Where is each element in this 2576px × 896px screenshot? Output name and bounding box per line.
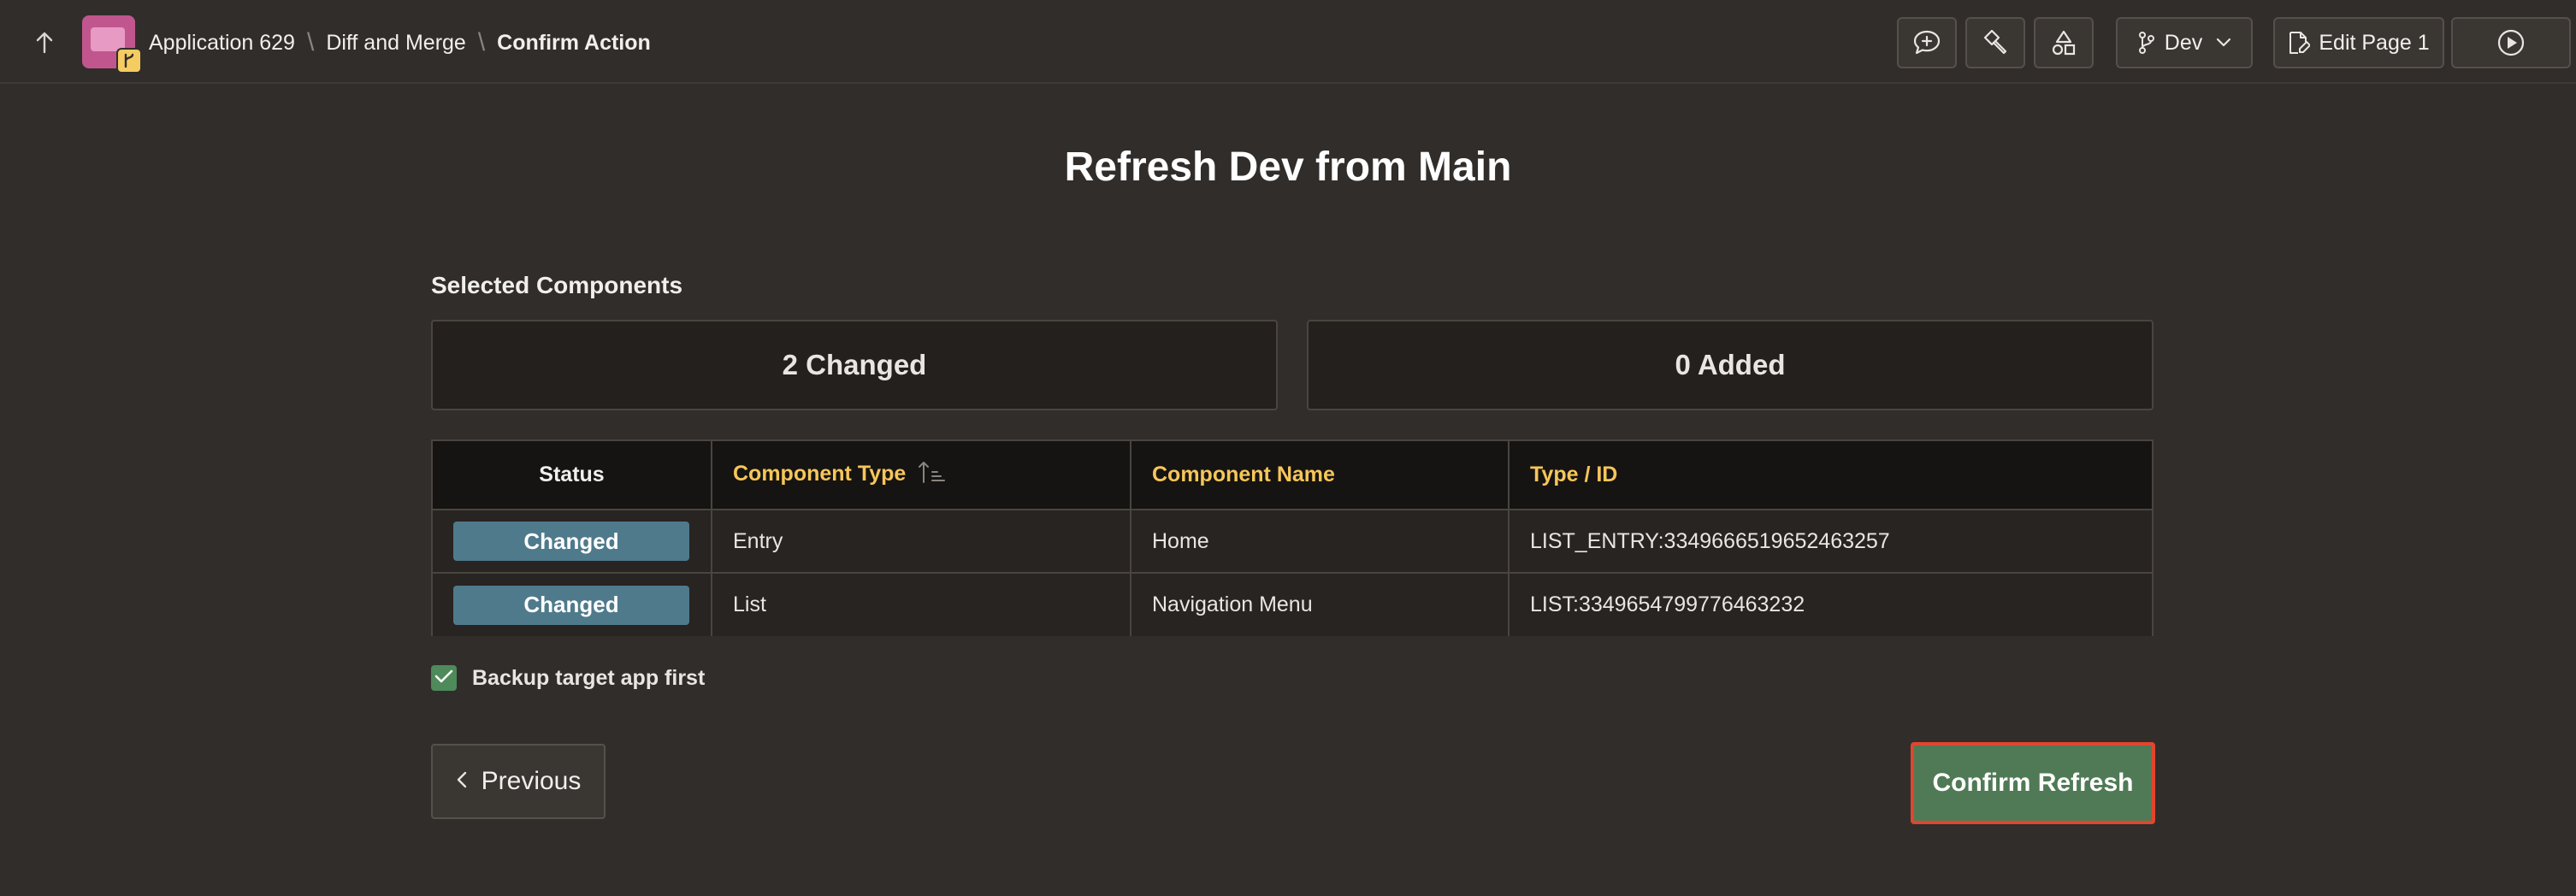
feedback-button[interactable]	[1897, 17, 1957, 68]
backup-checkbox[interactable]	[431, 665, 457, 691]
section-label: Selected Components	[431, 272, 683, 298]
backup-checkbox-row: Backup target app first	[431, 665, 705, 691]
component-type-cell: Entry	[712, 510, 1131, 574]
edit-page-label: Edit Page 1	[2319, 30, 2430, 55]
edit-page-icon	[2288, 30, 2311, 56]
backup-checkbox-label[interactable]: Backup target app first	[472, 666, 705, 691]
developer-toolbar-button[interactable]	[1965, 17, 2025, 68]
component-type-cell: List	[712, 573, 1131, 636]
breadcrumb: Application 629 \ Diff and Merge \ Confi…	[149, 26, 651, 60]
added-summary-card: 0 Added	[1307, 320, 2154, 410]
shared-components-button[interactable]	[2034, 17, 2094, 68]
status-badge: Changed	[453, 585, 689, 625]
component-name-cell: Home	[1131, 510, 1510, 574]
top-toolbar: Application 629 \ Diff and Merge \ Confi…	[0, 0, 2576, 84]
previous-button-label: Previous	[481, 767, 582, 795]
comment-add-icon	[1912, 29, 1941, 56]
branch-icon	[2137, 31, 2156, 55]
status-badge: Changed	[453, 522, 689, 561]
column-header-component-name[interactable]: Component Name	[1131, 441, 1510, 510]
checkmark-icon	[434, 669, 453, 688]
column-header-component-type[interactable]: Component Type	[712, 441, 1131, 510]
column-header-status: Status	[433, 441, 712, 510]
branch-selector[interactable]: Dev	[2116, 17, 2253, 68]
status-cell: Changed	[433, 573, 712, 636]
chevron-left-icon	[456, 767, 468, 796]
breadcrumb-separator: \	[306, 28, 315, 56]
shapes-icon	[2050, 29, 2077, 56]
play-icon	[2496, 28, 2526, 57]
status-cell: Changed	[433, 510, 712, 574]
run-page-button[interactable]	[2451, 17, 2571, 68]
table-row: Changed Entry Home LIST_ENTRY:3349666519…	[433, 510, 2152, 574]
breadcrumb-item-diff-merge[interactable]: Diff and Merge	[326, 31, 466, 56]
previous-button[interactable]: Previous	[431, 744, 606, 819]
component-name-cell: Navigation Menu	[1131, 573, 1510, 636]
arrow-up-icon[interactable]	[26, 24, 63, 62]
chevron-down-icon	[2216, 38, 2231, 48]
type-id-cell: LIST_ENTRY:3349666519652463257	[1509, 510, 2152, 574]
components-table: Status Component Type Component Name Typ…	[431, 439, 2154, 636]
breadcrumb-item-current: Confirm Action	[497, 30, 651, 55]
flashlight-icon	[1982, 29, 2009, 56]
table-row: Changed List Navigation Menu LIST:334965…	[433, 573, 2152, 636]
sort-ascending-icon	[917, 460, 946, 490]
confirm-refresh-button[interactable]: Confirm Refresh	[1911, 742, 2155, 824]
edit-page-button[interactable]: Edit Page 1	[2273, 17, 2444, 68]
branch-label: Dev	[2164, 30, 2203, 55]
branch-badge-icon	[116, 48, 142, 74]
breadcrumb-separator: \	[477, 28, 486, 56]
type-id-cell: LIST:3349654799776463232	[1509, 573, 2152, 636]
column-header-component-type-label: Component Type	[733, 462, 907, 486]
page-title: Refresh Dev from Main	[1064, 144, 1512, 190]
changed-summary-card: 2 Changed	[431, 320, 1278, 410]
app-icon[interactable]	[82, 15, 142, 74]
column-header-type-id[interactable]: Type / ID	[1509, 441, 2152, 510]
breadcrumb-item-application[interactable]: Application 629	[149, 31, 295, 56]
